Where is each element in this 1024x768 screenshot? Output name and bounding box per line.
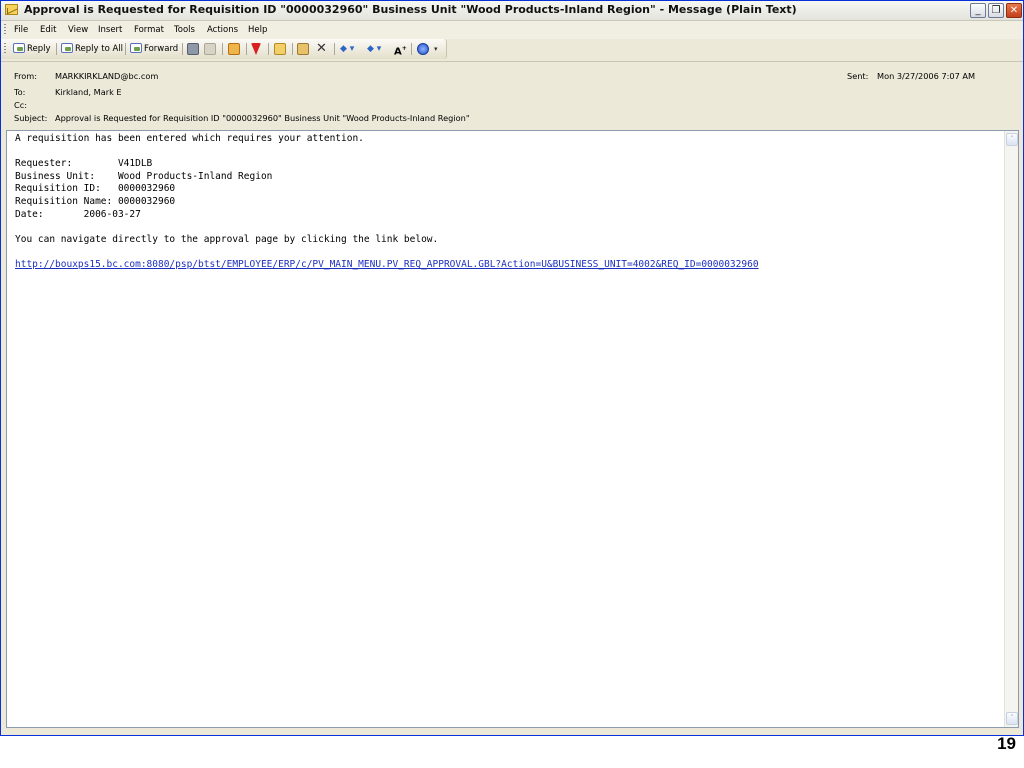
envelope-icon — [5, 4, 18, 15]
window-title: Approval is Requested for Requisition ID… — [24, 3, 797, 16]
follow-up-flag-icon[interactable] — [251, 43, 261, 55]
print-icon[interactable] — [187, 43, 199, 55]
sent-label: Sent: — [847, 71, 869, 81]
next-item-icon[interactable]: ◆ ▾ — [367, 42, 381, 56]
toolbar-separator — [56, 43, 57, 55]
toolbar-separator — [182, 43, 183, 55]
move-icon[interactable] — [204, 43, 216, 55]
menu-grip-icon[interactable] — [4, 24, 6, 36]
to-label: To: — [14, 87, 26, 97]
reply-all-label: Reply to All — [75, 44, 124, 54]
menu-help[interactable]: Help — [248, 25, 267, 35]
toolbar-separator — [268, 43, 269, 55]
reply-button[interactable]: Reply — [13, 42, 51, 56]
forward-label: Forward — [144, 44, 179, 54]
scroll-up-icon[interactable]: ˄ — [1006, 133, 1018, 146]
scroll-down-icon[interactable]: ˅ — [1006, 712, 1018, 725]
folder-icon[interactable] — [274, 43, 286, 55]
title-bar[interactable]: Approval is Requested for Requisition ID… — [1, 1, 1023, 21]
message-window: Approval is Requested for Requisition ID… — [0, 0, 1024, 736]
subject-label: Subject: — [14, 113, 48, 123]
to-value[interactable]: Kirkland, Mark E — [55, 87, 122, 97]
delete-icon[interactable]: ✕ — [316, 42, 327, 56]
menu-format[interactable]: Format — [134, 25, 164, 35]
message-header: From: MARKKIRKLAND@bc.com Sent: Mon 3/27… — [1, 61, 1023, 129]
sent-value: Mon 3/27/2006 7:07 AM — [877, 71, 976, 81]
menu-edit[interactable]: Edit — [40, 25, 56, 35]
minimize-button[interactable]: _ — [970, 3, 986, 18]
body-text: A requisition has been entered which req… — [15, 133, 439, 245]
cc-label: Cc: — [14, 100, 27, 110]
help-icon[interactable] — [417, 43, 429, 55]
from-label: From: — [14, 71, 38, 81]
reply-all-button[interactable]: Reply to All — [61, 42, 123, 56]
menu-view[interactable]: View — [68, 25, 88, 35]
address-book-icon[interactable] — [297, 43, 309, 55]
menu-tools[interactable]: Tools — [174, 25, 195, 35]
restore-button[interactable]: ❐ — [988, 3, 1004, 18]
slide-number: 19 — [997, 734, 1016, 753]
reply-icon — [13, 42, 25, 53]
forward-button[interactable]: Forward — [130, 42, 178, 56]
subject-value: Approval is Requested for Requisition ID… — [55, 113, 470, 123]
toolbar-separator — [334, 43, 335, 55]
standard-toolbar: Reply Reply to All Forward ✕ ◆ ▾ ◆ ▾ A+ … — [1, 39, 447, 59]
approval-link[interactable]: http://bouxps15.bc.com:8080/psp/btst/EMP… — [15, 259, 759, 270]
menu-insert[interactable]: Insert — [98, 25, 122, 35]
toolbar-options-icon[interactable]: ▾ — [434, 42, 438, 56]
toolbar-separator — [246, 43, 247, 55]
toolbar-grip-icon[interactable] — [4, 43, 6, 55]
forward-icon — [130, 42, 142, 53]
font-size-icon[interactable]: A+ — [394, 42, 407, 57]
toolbar-separator — [125, 43, 126, 55]
toolbar-separator — [222, 43, 223, 55]
vertical-scrollbar[interactable]: ˄ ˅ — [1004, 131, 1018, 727]
menu-file[interactable]: File — [14, 25, 28, 35]
reply-all-icon — [61, 42, 73, 53]
from-value[interactable]: MARKKIRKLAND@bc.com — [55, 71, 158, 81]
toolbar-separator — [411, 43, 412, 55]
toolbar-separator — [292, 43, 293, 55]
close-button[interactable]: ✕ — [1006, 3, 1022, 18]
menu-actions[interactable]: Actions — [207, 25, 238, 35]
flag-icon[interactable] — [228, 43, 240, 55]
message-body[interactable]: A requisition has been entered which req… — [6, 130, 1019, 728]
reply-label: Reply — [27, 44, 51, 54]
menu-bar: File Edit View Insert Format Tools Actio… — [1, 21, 1023, 39]
previous-item-icon[interactable]: ◆ ▾ — [340, 42, 354, 56]
